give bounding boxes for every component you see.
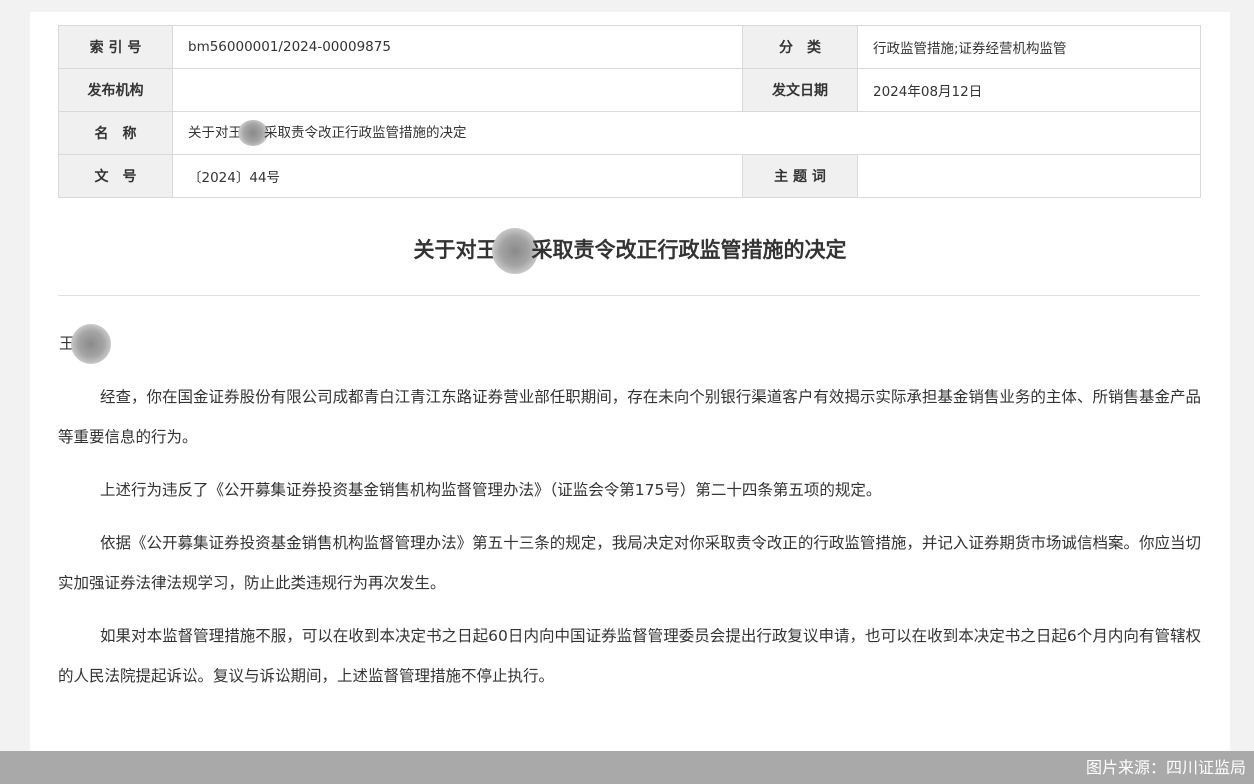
redacted-addressee-blur <box>70 324 111 364</box>
body-paragraph-findings: 经查，你在国金证券股份有限公司成都青白江青江东路证券营业部任职期间，存在未向个别… <box>58 388 1201 446</box>
document-title-prefix: 关于对王 <box>413 238 498 262</box>
image-source-credit: 图片来源：四川证监局 <box>1085 758 1246 777</box>
name-value-prefix: 关于对王 <box>188 125 242 141</box>
name-value-suffix: 采取责令改正行政监管措施的决定 <box>264 125 467 141</box>
image-source-bar: 图片来源：四川证监局 <box>0 751 1254 784</box>
addressee: 王 <box>59 324 111 364</box>
name-value: 关于对王 采取责令改正行政监管措施的决定 <box>172 111 1201 155</box>
body-paragraph-appeal: 如果对本监督管理措施不服，可以在收到本决定书之日起60日内向中国证券监督管理委员… <box>58 627 1201 685</box>
name-label: 名 称 <box>58 111 173 155</box>
document-number-value: 〔2024〕44号 <box>172 154 743 198</box>
metadata-row-name: 名 称 关于对王 采取责令改正行政监管措施的决定 <box>58 111 1201 155</box>
index-number-value: bm56000001/2024-00009875 <box>172 25 743 69</box>
publisher-value <box>172 68 743 112</box>
body-paragraph-violation: 上述行为违反了《公开募集证券投资基金销售机构监督管理办法》（证监会令第175号）… <box>100 481 882 499</box>
document-title: 关于对王 采取责令改正行政监管措施的决定 <box>30 228 1230 274</box>
category-label: 分 类 <box>742 25 858 69</box>
category-value: 行政监管措施;证券经营机构监管 <box>857 25 1201 69</box>
keywords-label: 主 题 词 <box>742 154 858 198</box>
metadata-row-doc-number: 文 号 〔2024〕44号 主 题 词 <box>58 154 1201 198</box>
document-title-suffix: 采取责令改正行政监管措施的决定 <box>531 238 847 262</box>
metadata-row-publisher: 发布机构 发文日期 2024年08月12日 <box>58 68 1201 112</box>
keywords-value <box>857 154 1201 198</box>
document-page: 索 引 号 bm56000001/2024-00009875 分 类 行政监管措… <box>30 12 1230 751</box>
document-number-label: 文 号 <box>58 154 173 198</box>
body-paragraph-decision: 依据《公开募集证券投资基金销售机构监督管理办法》第五十三条的规定，我局决定对你采… <box>58 534 1201 592</box>
document-body: 经查，你在国金证券股份有限公司成都青白江青江东路证券营业部任职期间，存在未向个别… <box>58 377 1201 709</box>
issue-date-label: 发文日期 <box>742 68 858 112</box>
publisher-label: 发布机构 <box>58 68 173 112</box>
index-number-label: 索 引 号 <box>58 25 173 69</box>
issue-date-value: 2024年08月12日 <box>857 68 1201 112</box>
title-divider <box>58 295 1200 296</box>
document-metadata-table: 索 引 号 bm56000001/2024-00009875 分 类 行政监管措… <box>58 25 1201 198</box>
metadata-row-index: 索 引 号 bm56000001/2024-00009875 分 类 行政监管措… <box>58 25 1201 69</box>
